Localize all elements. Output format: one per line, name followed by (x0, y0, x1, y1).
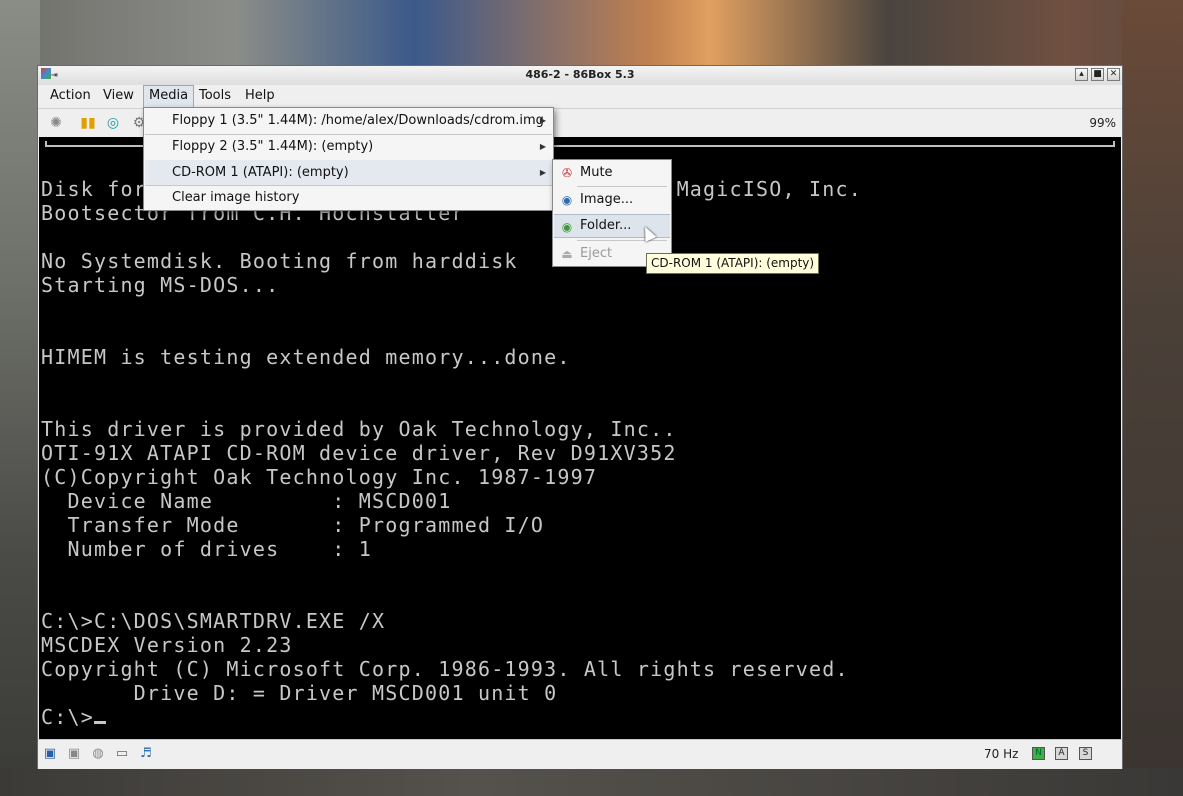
submenu-arrow-icon: ▶ (539, 168, 546, 177)
desktop-wallpaper-right (1122, 0, 1183, 796)
eject-icon: ⏏ (561, 247, 573, 261)
minimize-button[interactable]: ▴ (1075, 68, 1088, 81)
menu-view[interactable]: View (98, 85, 139, 108)
console-line: HIMEM is testing extended memory...done. (41, 345, 571, 369)
console-line: This driver is provided by Oak Technolog… (41, 417, 677, 441)
console-prompt: C:\> (41, 705, 94, 729)
refresh-rate: 70 Hz (984, 747, 1019, 761)
console-line: Copyright (C) Microsoft Corp. 1986-1993.… (41, 657, 849, 681)
menu-item-floppy1[interactable]: Floppy 1 (3.5" 1.44M): /home/alex/Downlo… (145, 108, 552, 134)
window-title: 486-2 - 86Box 5.3 (525, 68, 635, 81)
tooltip: CD-ROM 1 (ATAPI): (empty) (646, 253, 820, 274)
submenu-item-label: Image... (580, 192, 634, 207)
cdrom-submenu: ✇ Mute ◉ Image... ◉ Folder... ⏏ Eject (552, 159, 672, 267)
console-line: (C)Copyright Oak Technology Inc. 1987-19… (41, 465, 598, 489)
submenu-item-label: Eject (580, 246, 613, 261)
desktop-wallpaper-top (0, 0, 1183, 66)
console-line: Starting MS-DOS... (41, 273, 280, 297)
console-line: OTI-91X ATAPI CD-ROM device driver, Rev … (41, 441, 677, 465)
console-line: MSCDEX Version 2.23 (41, 633, 293, 657)
scroll-lock-indicator: S (1079, 747, 1092, 760)
num-lock-indicator: N (1032, 747, 1045, 760)
submenu-item-label: Folder... (580, 218, 632, 233)
menu-item-floppy2[interactable]: Floppy 2 (3.5" 1.44M): (empty) ▶ (145, 134, 552, 160)
submenu-item-label: Mute (580, 165, 613, 180)
submenu-arrow-icon: ▶ (539, 142, 546, 151)
submenu-item-mute[interactable]: ✇ Mute (554, 161, 670, 185)
menu-item-label: Clear image history (172, 190, 300, 205)
menu-action[interactable]: Action (45, 85, 96, 108)
close-button[interactable]: ✕ (1107, 68, 1120, 81)
floppy1-icon[interactable]: ▣ (42, 746, 58, 762)
submenu-arrow-icon: ▶ (539, 116, 546, 125)
hard-reset-icon[interactable]: ✺ (47, 114, 65, 132)
submenu-item-image[interactable]: ◉ Image... (554, 188, 670, 212)
title-bar[interactable]: ⇥ 486-2 - 86Box 5.3 ▴ ■ ✕ (38, 66, 1122, 86)
hdd-icon[interactable]: ▭ (114, 746, 130, 762)
menu-item-label: Floppy 2 (3.5" 1.44M): (empty) (172, 139, 374, 154)
menu-help[interactable]: Help (240, 85, 280, 108)
media-menu: Floppy 1 (3.5" 1.44M): /home/alex/Downlo… (143, 107, 554, 211)
cdrom-icon[interactable]: ◍ (90, 746, 106, 762)
menu-separator (577, 186, 667, 187)
caps-lock-indicator: A (1055, 747, 1068, 760)
console-line: Transfer Mode : Programmed I/O (41, 513, 545, 537)
console-line: Device Name : MSCD001 (41, 489, 452, 513)
menu-item-cdrom1[interactable]: CD-ROM 1 (ATAPI): (empty) ▶ (145, 160, 552, 186)
zoom-level: 99% (1089, 116, 1116, 130)
menu-tools[interactable]: Tools (194, 85, 236, 108)
console-line: C:\>C:\DOS\SMARTDRV.EXE /X (41, 609, 386, 633)
pause-icon[interactable]: ▮▮ (79, 114, 97, 132)
menu-media[interactable]: Media (143, 85, 195, 108)
text-cursor (93, 721, 106, 724)
status-bar: ▣ ▣ ◍ ▭ ♬ 70 Hz N A S (38, 739, 1122, 769)
console-line: Drive D: = Driver MSCD001 unit 0 (41, 681, 558, 705)
menu-item-label: Floppy 1 (3.5" 1.44M): /home/alex/Downlo… (172, 113, 544, 128)
menu-item-label: CD-ROM 1 (ATAPI): (empty) (172, 165, 349, 180)
image-icon: ◉ (561, 193, 573, 207)
maximize-button[interactable]: ■ (1091, 68, 1104, 81)
console-line: No Systemdisk. Booting from harddisk (41, 249, 518, 273)
menu-item-clear-history[interactable]: Clear image history (145, 185, 552, 211)
sound-icon[interactable]: ♬ (138, 746, 154, 762)
console-line: Number of drives : 1 (41, 537, 373, 561)
desktop-wallpaper-left (0, 0, 40, 796)
menu-bar: Action View Media Tools Help (38, 85, 1122, 109)
mute-icon: ✇ (561, 166, 573, 180)
desktop-wallpaper-bottom (0, 768, 1183, 796)
folder-icon: ◉ (561, 220, 573, 234)
menu-separator (577, 240, 667, 241)
ctrl-alt-del-icon[interactable]: ◎ (104, 114, 122, 132)
floppy2-icon[interactable]: ▣ (66, 746, 82, 762)
